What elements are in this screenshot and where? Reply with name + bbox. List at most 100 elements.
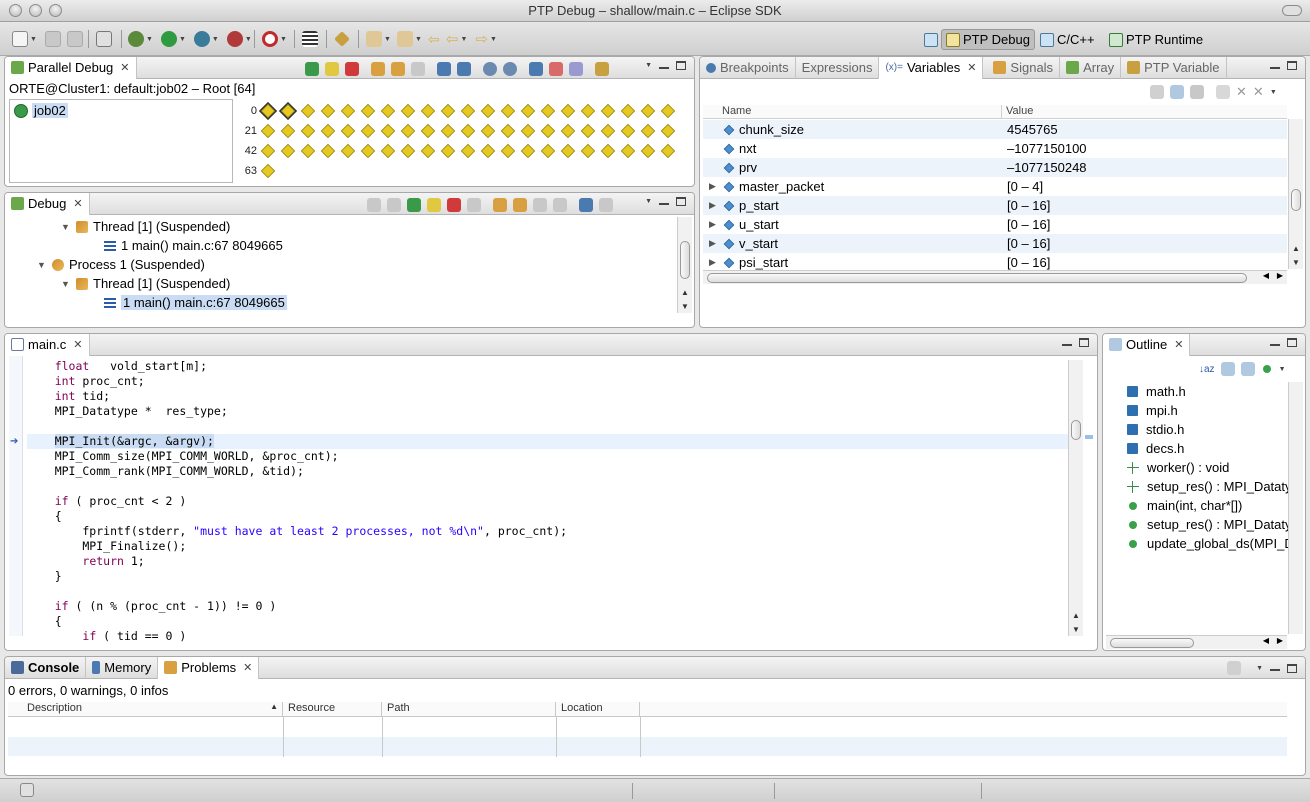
process-icon[interactable] (320, 143, 336, 159)
remove-from-set-icon[interactable] (569, 62, 583, 76)
process-icon[interactable] (300, 103, 316, 119)
tab-variables[interactable]: (x)= Variables ✕ (879, 57, 984, 79)
process-icon[interactable] (320, 123, 336, 139)
open-perspective-button[interactable] (920, 29, 942, 50)
unregister-icon[interactable] (457, 62, 471, 76)
run-dropdown-icon[interactable]: ▼ (179, 36, 186, 43)
external-tools-icon[interactable] (226, 31, 243, 47)
process-icon[interactable] (540, 143, 556, 159)
scroll-up-icon[interactable]: ▲ (681, 288, 689, 297)
perspective-ptp-debug[interactable]: PTP Debug (941, 29, 1035, 50)
tab-problems[interactable]: Problems ✕ (158, 657, 260, 679)
process-icon[interactable] (540, 103, 556, 119)
view-menu-icon[interactable]: ▼ (645, 62, 652, 69)
outline-item[interactable]: setup_res() : MPI_Dataty (1127, 477, 1292, 496)
expand-icon[interactable]: ▶ (709, 181, 719, 192)
resume-job-icon[interactable] (262, 31, 278, 47)
code-line[interactable]: MPI_Comm_size(MPI_COMM_WORLD, &proc_cnt)… (27, 449, 1077, 464)
process-icon[interactable] (460, 143, 476, 159)
close-icon[interactable]: ✕ (73, 338, 82, 351)
process-icon[interactable] (400, 123, 416, 139)
close-icon[interactable]: ✕ (73, 197, 82, 210)
variable-row[interactable]: ▶ u_start [0 – 16] (703, 215, 1287, 234)
step-over-icon[interactable] (391, 62, 405, 76)
process-icon[interactable] (258, 101, 278, 121)
process-icon[interactable] (260, 163, 276, 179)
outline-item[interactable]: setup_res() : MPI_Dataty (1127, 515, 1292, 534)
print-icon[interactable] (66, 31, 83, 47)
zoom-out-icon[interactable] (483, 62, 497, 76)
tab-memory[interactable]: Memory (86, 657, 159, 679)
process-icon[interactable] (520, 103, 536, 119)
process-icon[interactable] (480, 143, 496, 159)
process-icon[interactable] (640, 103, 656, 119)
process-icon[interactable] (420, 123, 436, 139)
process-icon[interactable] (560, 143, 576, 159)
process-icon[interactable] (620, 143, 636, 159)
resume-job-dropdown-icon[interactable]: ▼ (280, 36, 287, 43)
view-menu-icon[interactable]: ▼ (1256, 665, 1263, 672)
process-icon[interactable] (340, 143, 356, 159)
outline-item[interactable]: update_global_ds(MPI_D (1127, 534, 1294, 553)
previous-annotation-icon[interactable] (396, 31, 413, 47)
current-code-line[interactable]: MPI_Init(&argc, &argv); (27, 434, 1077, 449)
code-line[interactable]: { (27, 509, 1077, 524)
outline-item[interactable]: worker() : void (1127, 458, 1229, 477)
process-icon[interactable] (500, 143, 516, 159)
code-line[interactable]: { (27, 614, 1077, 629)
process-icon[interactable] (580, 103, 596, 119)
process-icon[interactable] (400, 143, 416, 159)
watch-icon[interactable] (1216, 85, 1230, 99)
expand-icon[interactable]: ▼ (61, 279, 71, 289)
use-step-filters-icon[interactable] (599, 198, 613, 212)
tree-item-frame[interactable]: 1 main() main.c:67 8049665 (104, 293, 287, 312)
maximize-icon[interactable] (676, 61, 686, 70)
job-item[interactable]: job02 (14, 103, 68, 118)
relaunch-icon[interactable] (387, 198, 401, 212)
process-icon[interactable] (500, 123, 516, 139)
step-over-icon[interactable] (513, 198, 527, 212)
tab-ptp-variable[interactable]: PTP Variable (1121, 57, 1227, 79)
minimize-icon[interactable] (1062, 343, 1072, 346)
tab-main-c[interactable]: main.c ✕ (5, 334, 90, 356)
process-icon[interactable] (580, 123, 596, 139)
process-icon[interactable] (520, 123, 536, 139)
step-return-icon[interactable] (411, 62, 425, 76)
process-icon[interactable] (278, 101, 298, 121)
process-icon[interactable] (420, 103, 436, 119)
hide-static-icon[interactable] (1240, 362, 1255, 376)
new-icon[interactable] (12, 31, 28, 47)
pin-icon[interactable] (334, 31, 350, 47)
process-icon[interactable] (300, 123, 316, 139)
external-tools-dropdown-icon[interactable]: ▼ (245, 36, 252, 43)
process-icon[interactable] (400, 103, 416, 119)
collapse-all-icon[interactable] (1190, 85, 1204, 99)
expand-icon[interactable]: ▶ (709, 219, 719, 230)
scroll-left-icon[interactable]: ◀ (1263, 636, 1269, 645)
outline-item[interactable]: decs.h (1127, 439, 1184, 458)
scroll-left-icon[interactable]: ◀ (1263, 271, 1269, 280)
process-icon[interactable] (460, 123, 476, 139)
process-icon[interactable] (340, 103, 356, 119)
process-icon[interactable] (600, 123, 616, 139)
scroll-right-icon[interactable]: ▶ (1277, 636, 1283, 645)
process-icon[interactable] (520, 143, 536, 159)
new-dropdown-icon[interactable]: ▼ (30, 36, 37, 43)
minimize-icon[interactable] (659, 66, 669, 69)
column-header-location[interactable]: Location (556, 702, 640, 716)
maximize-icon[interactable] (676, 197, 686, 206)
variable-row[interactable]: ▶ p_start [0 – 16] (703, 196, 1287, 215)
tree-item-thread[interactable]: ▼ Thread [1] (Suspended) (61, 274, 230, 293)
forward-dropdown-icon[interactable]: ▼ (490, 36, 497, 43)
disconnect-icon[interactable] (467, 198, 481, 212)
tree-item-frame[interactable]: 1 main() main.c:67 8049665 (104, 236, 283, 255)
process-icon[interactable] (660, 143, 676, 159)
column-header-value[interactable]: Value (1002, 105, 1033, 118)
variable-row[interactable]: ▶ v_start [0 – 16] (703, 234, 1287, 253)
tab-signals[interactable]: Signals (987, 57, 1061, 79)
variable-row[interactable]: chunk_size 4545765 (703, 120, 1287, 139)
close-icon[interactable]: ✕ (120, 61, 129, 74)
process-icon[interactable] (640, 143, 656, 159)
back-icon[interactable]: ⇦ (446, 30, 459, 48)
perspective-cpp[interactable]: C/C++ (1036, 29, 1099, 50)
